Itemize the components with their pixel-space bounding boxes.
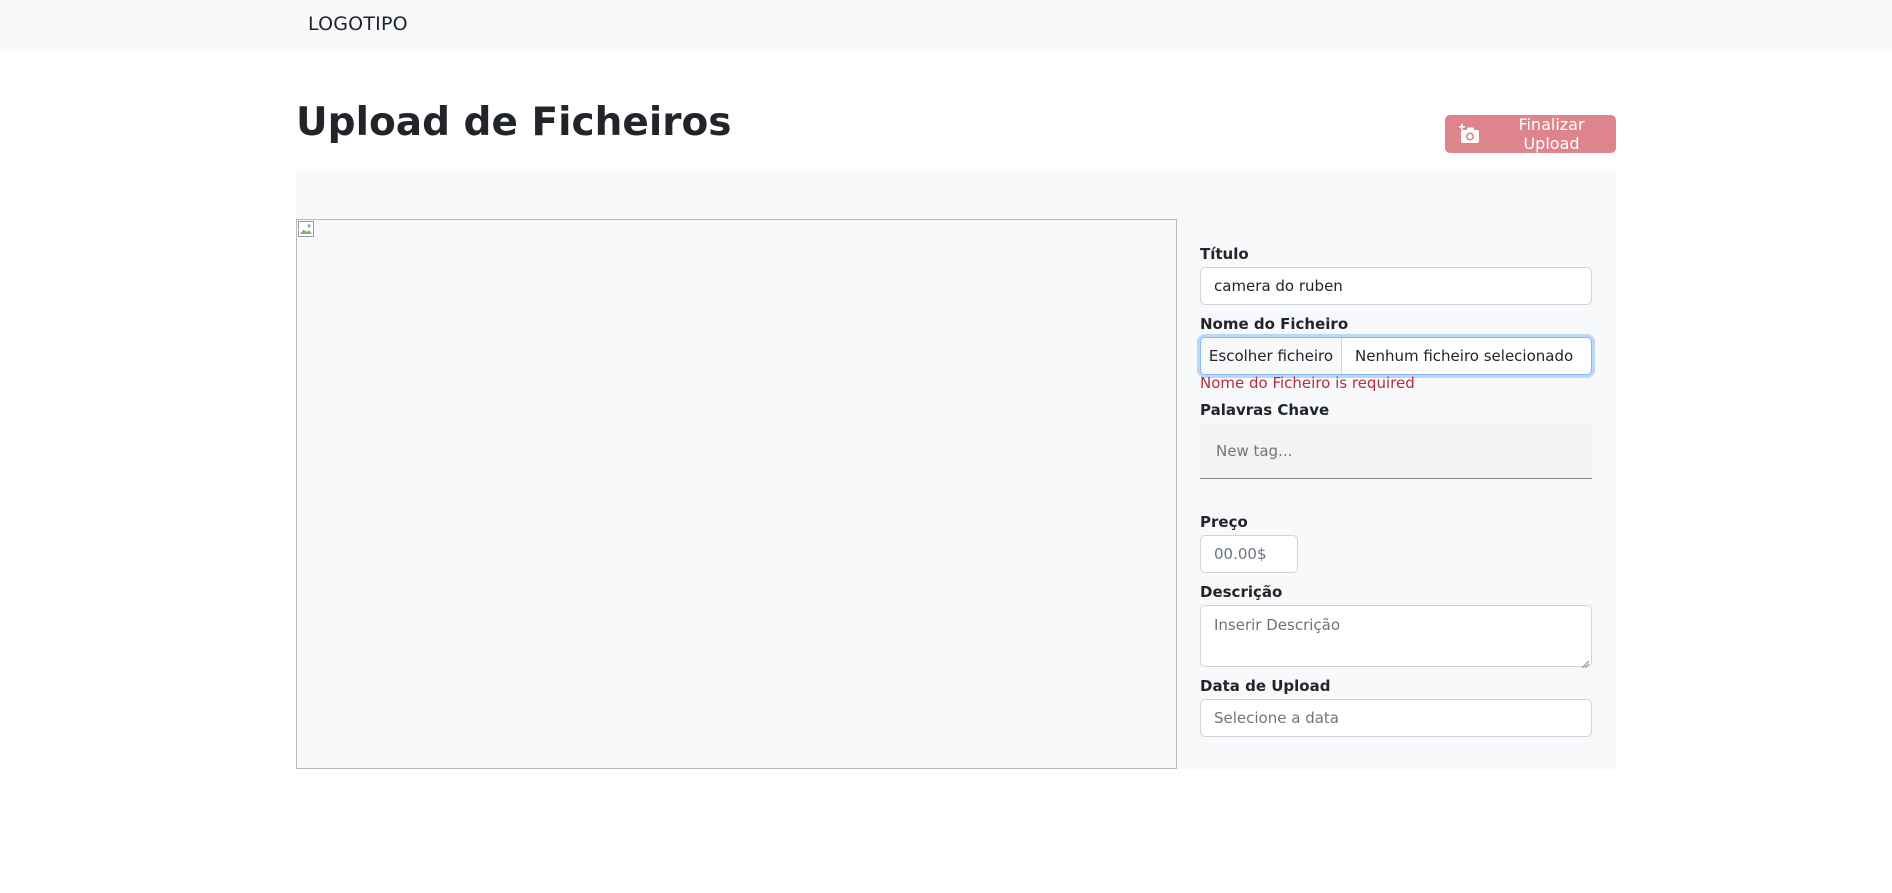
navbar: LOGOTIPO (0, 0, 1892, 51)
palavras-chave-label: Palavras Chave (1200, 401, 1330, 419)
file-input[interactable]: Escolher ficheiro Nenhum ficheiro seleci… (1200, 337, 1592, 375)
data-upload-placeholder: Selecione a data (1214, 709, 1339, 727)
data-upload-input[interactable]: Selecione a data (1200, 699, 1592, 737)
preco-label: Preço (1200, 513, 1248, 531)
camera-plus-icon (1458, 123, 1480, 145)
ficheiro-label: Nome do Ficheiro (1200, 315, 1349, 333)
titulo-value: camera do ruben (1214, 277, 1343, 295)
tags-placeholder: New tag... (1216, 442, 1293, 460)
ficheiro-error: Nome do Ficheiro is required (1200, 374, 1415, 392)
choose-file-button[interactable]: Escolher ficheiro (1201, 338, 1342, 374)
resize-handle-icon[interactable] (1580, 655, 1590, 669)
brand-logo[interactable]: LOGOTIPO (308, 13, 408, 35)
descricao-textarea[interactable]: Inserir Descrição (1200, 605, 1592, 669)
tags-input[interactable]: New tag... (1200, 424, 1592, 479)
file-status: Nenhum ficheiro selecionado (1355, 347, 1574, 365)
broken-image-icon (298, 221, 314, 237)
finalize-upload-label: Finalizar Upload (1518, 115, 1585, 153)
titulo-label: Título (1200, 245, 1249, 263)
page-title: Upload de Ficheiros (296, 100, 732, 145)
descricao-label: Descrição (1200, 583, 1283, 601)
descricao-placeholder: Inserir Descrição (1214, 616, 1341, 634)
titulo-input[interactable]: camera do ruben (1200, 267, 1592, 305)
preco-input[interactable]: 00.00$ (1200, 535, 1298, 573)
finalize-upload-button[interactable]: Finalizar Upload (1445, 115, 1616, 153)
image-preview (296, 219, 1177, 769)
data-upload-label: Data de Upload (1200, 677, 1331, 695)
preco-placeholder: 00.00$ (1214, 545, 1267, 563)
